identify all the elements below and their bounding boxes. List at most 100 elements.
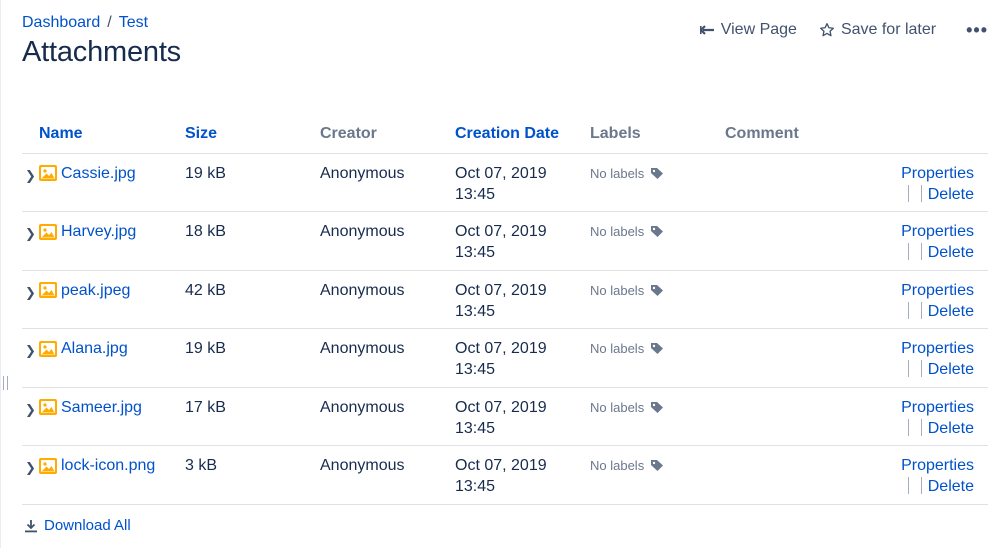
cell-creator: Anonymous: [320, 328, 455, 388]
header-size[interactable]: Size: [185, 116, 320, 154]
cell-labels: No labels: [590, 153, 725, 212]
action-divider: [907, 418, 909, 436]
tag-icon[interactable]: [650, 167, 664, 180]
file-name-link[interactable]: peak.jpeg: [61, 280, 130, 301]
image-file-icon: [39, 223, 57, 240]
tag-icon[interactable]: [650, 225, 664, 238]
cell-size: 19 kB: [185, 153, 320, 212]
cell-name: ❯ Alana.jpg: [22, 328, 185, 388]
file-name-cell: ❯ Alana.jpg: [25, 338, 185, 359]
chevron-right-icon[interactable]: ❯: [25, 165, 36, 186]
view-page-button[interactable]: View Page: [699, 21, 797, 39]
table-row: ❯ Alana.jpg 19 kB Anonymous Oct 07, 2019 13:4…: [22, 328, 988, 388]
labels-cell: No labels: [590, 397, 725, 418]
cell-creator: Anonymous: [320, 387, 455, 446]
save-for-later-button[interactable]: Save for later: [819, 21, 936, 39]
properties-link[interactable]: Properties: [901, 457, 974, 474]
delete-link[interactable]: Delete: [928, 303, 974, 320]
no-labels-text: No labels: [590, 282, 645, 298]
creation-time: 13:45: [455, 185, 496, 203]
delete-link[interactable]: Delete: [928, 420, 974, 437]
cell-actions: Properties Delete: [895, 387, 988, 446]
more-actions-button[interactable]: •••: [966, 20, 988, 41]
properties-link[interactable]: Properties: [901, 399, 974, 416]
creation-date: Oct 07, 2019: [455, 281, 547, 299]
no-labels-text: No labels: [590, 399, 645, 415]
page-toolbar: View Page Save for later •••: [677, 20, 988, 40]
file-name-link[interactable]: Harvey.jpg: [61, 221, 136, 242]
creation-time: 13:45: [455, 244, 496, 261]
chevron-right-icon[interactable]: ❯: [25, 340, 36, 361]
delete-link[interactable]: Delete: [928, 478, 974, 495]
cell-comment: [725, 387, 895, 446]
file-name-link[interactable]: lock-icon.png: [61, 455, 155, 476]
save-for-later-label: Save for later: [840, 21, 937, 38]
image-file-icon: [39, 165, 57, 181]
cell-size: 42 kB: [185, 270, 320, 329]
file-name-cell: ❯ Sameer.jpg: [25, 397, 185, 418]
download-icon: [25, 519, 37, 532]
header-creation-date[interactable]: Creation Date: [455, 116, 590, 154]
cell-labels: No labels: [590, 387, 725, 446]
action-divider: [920, 418, 922, 436]
properties-link[interactable]: Properties: [901, 165, 974, 182]
attachments-table: Name Size Creator Creation Date Labels C…: [22, 116, 988, 505]
tag-icon[interactable]: [650, 284, 664, 297]
delete-link[interactable]: Delete: [928, 361, 974, 378]
page-title: Attachments: [22, 36, 181, 68]
header-comment: Comment: [725, 116, 895, 154]
file-name-link[interactable]: Cassie.jpg: [61, 163, 136, 184]
cell-labels: No labels: [590, 328, 725, 388]
file-name-link[interactable]: Alana.jpg: [61, 338, 128, 359]
delete-link[interactable]: Delete: [928, 244, 974, 261]
delete-link[interactable]: Delete: [928, 186, 974, 203]
cell-creation-date: Oct 07, 2019 13:45: [455, 387, 590, 446]
cell-size: 18 kB: [185, 211, 320, 271]
no-labels-text: No labels: [590, 224, 645, 239]
download-all-button[interactable]: Download All: [24, 517, 131, 534]
action-divider: [920, 301, 922, 319]
breadcrumb-test[interactable]: Test: [119, 14, 148, 31]
properties-link[interactable]: Properties: [901, 340, 974, 357]
creation-date: Oct 07, 2019: [455, 340, 547, 357]
image-file-icon: [39, 399, 57, 415]
cell-name: ❯ Harvey.jpg: [22, 211, 185, 271]
cell-actions: Properties Delete: [895, 328, 988, 388]
tag-icon[interactable]: [650, 342, 664, 355]
chevron-right-icon[interactable]: ❯: [25, 223, 36, 244]
no-labels-text: No labels: [590, 165, 645, 181]
chevron-right-icon[interactable]: ❯: [25, 399, 36, 420]
cell-creator: Anonymous: [320, 270, 455, 329]
cell-name: ❯ peak.jpeg: [22, 270, 185, 329]
breadcrumb-dashboard[interactable]: Dashboard: [22, 14, 100, 31]
chevron-right-icon[interactable]: ❯: [25, 282, 36, 303]
no-labels-text: No labels: [590, 341, 645, 356]
table-row: ❯ peak.jpeg 42 kB Anonymous Oct 07, 2019 13:4…: [22, 270, 988, 329]
tag-icon[interactable]: [650, 459, 664, 472]
cell-actions: Properties Delete: [895, 270, 988, 329]
tag-icon[interactable]: [650, 401, 664, 414]
cell-name: ❯ Cassie.jpg: [22, 153, 185, 212]
properties-link[interactable]: Properties: [901, 282, 974, 299]
action-divider: [920, 243, 922, 260]
header-name[interactable]: Name: [22, 116, 185, 154]
chevron-right-icon[interactable]: ❯: [25, 457, 36, 478]
action-divider: [907, 477, 909, 494]
labels-cell: No labels: [590, 221, 725, 242]
action-divider: [907, 243, 909, 260]
file-name-cell: ❯ Harvey.jpg: [25, 221, 185, 242]
properties-link[interactable]: Properties: [901, 223, 974, 240]
sidebar-edge: [0, 0, 1, 548]
header-actions: [895, 116, 988, 154]
image-file-icon: [39, 457, 57, 474]
cell-creation-date: Oct 07, 2019 13:45: [455, 445, 590, 505]
table-row: ❯ Cassie.jpg 19 kB Anonymous Oct 07, 2019 13:…: [22, 153, 988, 212]
cell-creation-date: Oct 07, 2019 13:45: [455, 153, 590, 212]
table-row: ❯ lock-icon.png 3 kB Anonymous Oct 07, 2019 1…: [22, 445, 988, 505]
file-name-cell: ❯ Cassie.jpg: [25, 163, 185, 184]
cell-comment: [725, 211, 895, 271]
cell-labels: No labels: [590, 211, 725, 271]
cell-creation-date: Oct 07, 2019 13:45: [455, 270, 590, 329]
file-name-link[interactable]: Sameer.jpg: [61, 397, 142, 418]
sidebar-resize-handle[interactable]: [3, 376, 8, 390]
